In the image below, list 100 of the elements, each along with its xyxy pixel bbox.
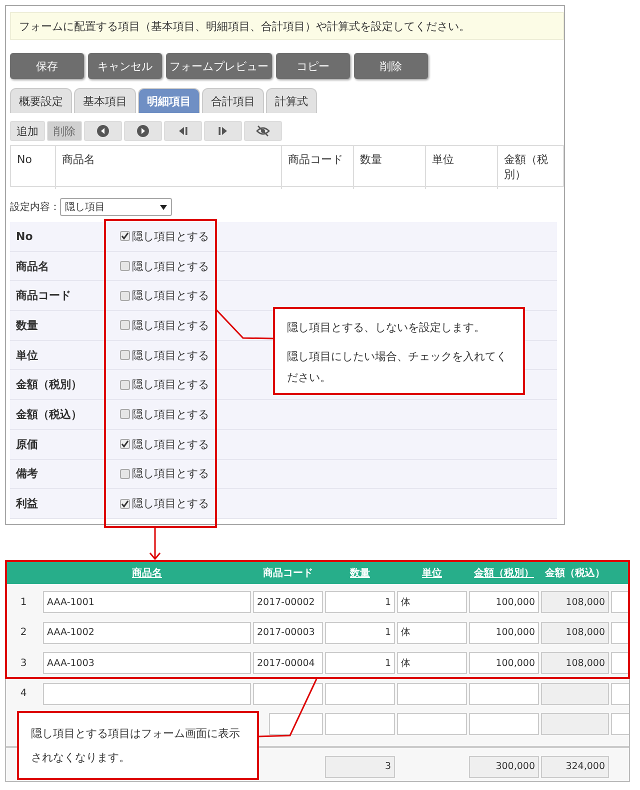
tab[interactable]: 概要設定 [10,88,72,113]
field-name: 原価 [15,436,39,452]
tab[interactable]: 合計項目 [202,88,264,113]
action-button[interactable]: 保存 [10,53,84,79]
field-name: 単位 [15,348,39,363]
column-header: 金額（税別） [497,146,563,189]
checkbox-label[interactable]: 隠し項目とする [132,318,209,333]
input-field[interactable] [541,682,609,705]
tab[interactable]: 基本項目 [74,88,136,113]
field-name: 利益 [14,496,39,512]
input-field[interactable]: 2017-00002 [253,591,323,614]
input-field[interactable] [43,682,251,705]
input-field[interactable]: 108,000 [541,652,609,674]
input-field[interactable]: 体 [397,591,467,614]
input-field[interactable] [325,682,395,705]
input-field[interactable]: 1 [325,622,395,644]
input-field[interactable]: AAA-1001 [43,591,251,614]
input-field[interactable]: 体 [397,652,467,674]
column-header: 金額（税込） [544,566,606,580]
input-field[interactable]: 1 [325,591,395,614]
field-name: No [15,230,34,243]
dropdown-icon [160,204,167,210]
checkbox[interactable] [120,439,130,450]
column-header: 商品名 [55,146,281,189]
callout-text: 隠し項目とする項目はフォーム画面に表示 [31,726,241,742]
field-name: 金額（税別） [14,377,83,392]
field-name: 数量 [14,318,39,333]
toolbar-button[interactable] [204,121,242,141]
checkbox-label[interactable]: 隠し項目とする [132,348,209,363]
checkbox-label[interactable]: 隠し項目とする [132,436,209,452]
checkbox[interactable] [120,468,130,479]
total-field: 3 [325,756,395,778]
toolbar-button[interactable] [84,121,122,141]
toolbar-button[interactable]: 追加 [10,121,45,141]
input-field[interactable] [253,682,323,705]
field-name: 備考 [14,466,39,482]
input-field[interactable]: 2017-00003 [253,622,323,644]
checkbox[interactable] [120,350,130,360]
input-field[interactable]: 100,000 [469,652,539,674]
left-circle-icon [96,124,110,138]
checkbox-label[interactable]: 隠し項目とする [132,406,209,422]
input-field[interactable] [269,713,323,736]
checkbox[interactable] [120,320,130,330]
input-field[interactable] [397,713,467,736]
column-header: 単位 [425,146,497,189]
notice-text: フォームに配置する項目（基本項目、明細項目、合計項目）や計算式を設定してください。 [10,12,564,40]
checkbox[interactable] [120,498,130,509]
input-field[interactable] [469,713,539,736]
column-header: 商品コード [281,146,353,189]
field-name: 金額（税込） [14,406,83,422]
checkbox[interactable] [120,231,130,242]
row-number: 4 [19,688,28,700]
arrow [149,527,161,561]
right-circle-icon [136,124,150,138]
row-number: 1 [19,596,28,608]
field-name: 商品コード [15,288,72,304]
input-field[interactable]: 1 [325,652,395,674]
toolbar-button[interactable] [124,121,162,141]
total-field: 324,000 [541,756,609,778]
checkbox[interactable] [120,409,130,420]
checkbox-label[interactable]: 隠し項目とする [132,377,209,392]
checkbox-label[interactable]: 隠し項目とする [132,258,209,274]
input-field[interactable]: 100,000 [469,622,539,644]
input-field[interactable] [397,682,467,705]
tab[interactable]: 計算式 [266,88,317,113]
column-header: 商品コード [262,566,314,580]
action-button[interactable]: コピー [276,53,350,79]
setting-select[interactable]: 隠し項目 [60,198,172,216]
input-field[interactable] [541,713,609,736]
checkbox[interactable] [120,261,130,272]
callout-text: 隠し項目とする、しないを設定します。 [287,320,486,336]
toolbar-button[interactable] [244,121,282,141]
setting-label: 設定内容： [10,200,60,214]
row-number: 2 [19,627,28,638]
input-field[interactable] [469,682,539,705]
checkbox-label[interactable]: 隠し項目とする [132,228,209,244]
checkbox[interactable] [120,380,130,390]
row-number: 3 [19,658,28,669]
callout-text: 隠し項目にしたい場合、チェックを入れてください。 [287,349,508,386]
callout-text: されなくなります。 [31,750,131,766]
checkbox-label[interactable]: 隠し項目とする [132,466,209,482]
input-field[interactable]: AAA-1003 [43,652,251,674]
action-button[interactable]: 削除 [354,53,428,79]
action-button[interactable]: フォームプレビュー [166,53,272,79]
toolbar-button[interactable] [164,121,202,141]
checkbox-label[interactable]: 隠し項目とする [132,288,209,304]
column-header: 数量 [353,146,425,189]
input-field[interactable]: 体 [397,622,467,644]
input-field[interactable]: 108,000 [541,622,609,644]
total-field: 300,000 [469,756,539,778]
checkbox-label[interactable]: 隠し項目とする [132,496,209,512]
action-button[interactable]: キャンセル [88,53,162,79]
checkbox[interactable] [120,290,130,301]
input-field[interactable] [325,713,395,736]
input-field[interactable]: 108,000 [541,591,609,614]
field-name: 商品名 [15,258,50,274]
input-field[interactable]: 2017-00004 [253,652,323,674]
input-field[interactable]: 100,000 [469,591,539,614]
column-header: No [16,152,33,168]
input-field[interactable]: AAA-1002 [43,622,251,644]
